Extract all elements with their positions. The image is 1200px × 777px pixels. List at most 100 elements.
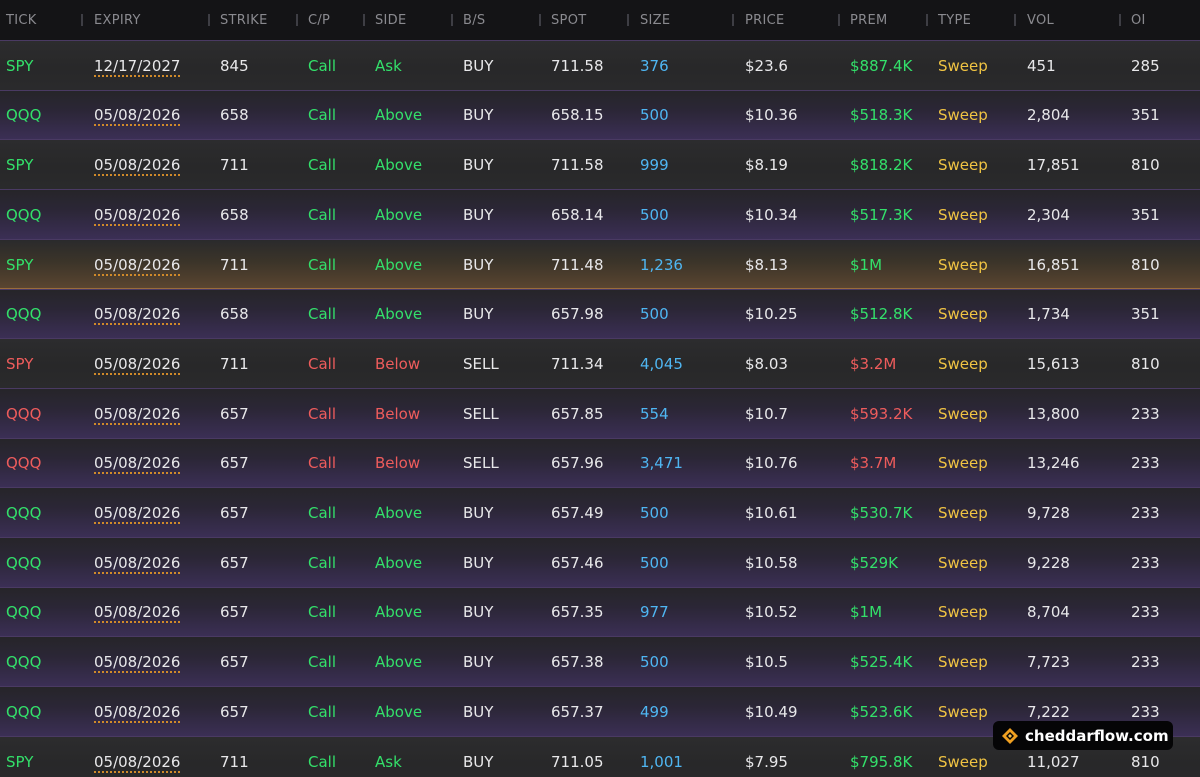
column-header-cp[interactable]: C/P xyxy=(308,0,330,40)
cell-price: $10.5 xyxy=(745,653,788,671)
cell-size: 500 xyxy=(640,206,669,224)
cell-expiry[interactable]: 05/08/2026 xyxy=(94,637,180,686)
column-header-spot[interactable]: SPOT xyxy=(551,0,586,40)
cell-oi: 233 xyxy=(1131,554,1160,572)
column-header-oi[interactable]: OI xyxy=(1131,0,1146,40)
table-row[interactable]: SPY 05/08/2026 711 Call Below SELL 711.34 4,045… xyxy=(0,338,1200,388)
cell-cp: Call xyxy=(308,305,337,323)
column-header-strike[interactable]: STRIKE xyxy=(220,0,268,40)
cell-spot: 658.14 xyxy=(551,206,604,224)
cell-expiry[interactable]: 05/08/2026 xyxy=(94,488,180,537)
cell-type: Sweep xyxy=(938,454,988,472)
cell-size: 977 xyxy=(640,603,669,621)
cell-expiry[interactable]: 05/08/2026 xyxy=(94,538,180,587)
cell-side: Ask xyxy=(375,753,402,771)
cell-oi: 351 xyxy=(1131,106,1160,124)
cell-oi: 351 xyxy=(1131,206,1160,224)
table-row[interactable]: QQQ 05/08/2026 658 Call Above BUY 658.14 500 $10… xyxy=(0,189,1200,239)
cell-prem: $818.2K xyxy=(850,156,913,174)
cell-size: 500 xyxy=(640,106,669,124)
cell-strike: 658 xyxy=(220,106,249,124)
column-header-price[interactable]: PRICE xyxy=(745,0,785,40)
cell-tick: QQQ xyxy=(6,703,42,721)
table-row[interactable]: QQQ 05/08/2026 657 Call Below SELL 657.96 3,471… xyxy=(0,438,1200,487)
column-header-bs[interactable]: B/S xyxy=(463,0,485,40)
cell-vol: 13,246 xyxy=(1027,454,1080,472)
cell-prem: $593.2K xyxy=(850,405,913,423)
column-header-vol[interactable]: VOL xyxy=(1027,0,1054,40)
cell-expiry[interactable]: 05/08/2026 xyxy=(94,339,180,388)
column-resize-handle[interactable] xyxy=(451,14,453,26)
cell-type: Sweep xyxy=(938,156,988,174)
cell-spot: 657.49 xyxy=(551,504,604,522)
column-resize-handle[interactable] xyxy=(838,14,840,26)
cell-side: Above xyxy=(375,256,423,274)
table-row[interactable]: SPY 12/17/2027 845 Call Ask BUY 711.58 376 $23.6… xyxy=(0,40,1200,90)
column-resize-handle[interactable] xyxy=(926,14,928,26)
cell-spot: 711.34 xyxy=(551,355,604,373)
column-header-side[interactable]: SIDE xyxy=(375,0,407,40)
cell-size: 1,236 xyxy=(640,256,683,274)
cell-expiry[interactable]: 05/08/2026 xyxy=(94,439,180,488)
cell-size: 554 xyxy=(640,405,669,423)
column-header-tick[interactable]: TICK xyxy=(6,0,37,40)
cell-bs: BUY xyxy=(463,554,494,572)
table-row[interactable]: SPY 05/08/2026 711 Call Above BUY 711.58 999 $8.… xyxy=(0,139,1200,189)
table-row[interactable]: QQQ 05/08/2026 657 Call Below SELL 657.85 554 $1… xyxy=(0,388,1200,438)
cell-price: $10.58 xyxy=(745,554,798,572)
cell-tick: SPY xyxy=(6,753,34,771)
table-row[interactable]: QQQ 05/08/2026 657 Call Above BUY 657.46 500 $10… xyxy=(0,537,1200,587)
cell-side: Above xyxy=(375,653,423,671)
column-resize-handle[interactable] xyxy=(1119,14,1121,26)
cell-bs: BUY xyxy=(463,206,494,224)
cell-type: Sweep xyxy=(938,405,988,423)
column-header-size[interactable]: SIZE xyxy=(640,0,670,40)
column-resize-handle[interactable] xyxy=(539,14,541,26)
table-row[interactable]: QQQ 05/08/2026 657 Call Above BUY 657.35 977 $10… xyxy=(0,587,1200,636)
cell-expiry[interactable]: 05/08/2026 xyxy=(94,389,180,438)
cell-strike: 711 xyxy=(220,256,249,274)
cell-oi: 810 xyxy=(1131,355,1160,373)
cell-expiry[interactable]: 05/08/2026 xyxy=(94,91,180,140)
table-row[interactable]: QQQ 05/08/2026 657 Call Above BUY 657.49 500 $10… xyxy=(0,487,1200,537)
table-row[interactable]: QQQ 05/08/2026 658 Call Above BUY 657.98 500 $10… xyxy=(0,289,1200,338)
cell-prem: $3.2M xyxy=(850,355,897,373)
cell-expiry[interactable]: 05/08/2026 xyxy=(94,588,180,637)
cell-tick: QQQ xyxy=(6,653,42,671)
column-header-expiry[interactable]: EXPIRY xyxy=(94,0,141,40)
column-resize-handle[interactable] xyxy=(81,14,83,26)
cell-type: Sweep xyxy=(938,106,988,124)
cell-expiry[interactable]: 05/08/2026 xyxy=(94,290,180,339)
cell-expiry[interactable]: 05/08/2026 xyxy=(94,190,180,239)
cell-side: Below xyxy=(375,454,421,472)
cell-cp: Call xyxy=(308,703,337,721)
cell-bs: BUY xyxy=(463,504,494,522)
table-row[interactable]: SPY 05/08/2026 711 Call Above BUY 711.48 1,236 $… xyxy=(0,239,1200,289)
cell-size: 999 xyxy=(640,156,669,174)
column-resize-handle[interactable] xyxy=(732,14,734,26)
column-resize-handle[interactable] xyxy=(208,14,210,26)
cell-expiry[interactable]: 05/08/2026 xyxy=(94,737,180,777)
cell-strike: 657 xyxy=(220,653,249,671)
column-resize-handle[interactable] xyxy=(363,14,365,26)
cell-prem: $1M xyxy=(850,256,883,274)
cell-spot: 657.37 xyxy=(551,703,604,721)
cell-expiry[interactable]: 12/17/2027 xyxy=(94,41,180,90)
cell-strike: 657 xyxy=(220,703,249,721)
cell-expiry[interactable]: 05/08/2026 xyxy=(94,240,180,289)
column-resize-handle[interactable] xyxy=(296,14,298,26)
column-resize-handle[interactable] xyxy=(1014,14,1016,26)
cell-strike: 711 xyxy=(220,355,249,373)
column-resize-handle[interactable] xyxy=(627,14,629,26)
table-row[interactable]: QQQ 05/08/2026 657 Call Above BUY 657.38 500 $10… xyxy=(0,636,1200,686)
cell-cp: Call xyxy=(308,355,337,373)
cell-expiry[interactable]: 05/08/2026 xyxy=(94,140,180,189)
cell-expiry[interactable]: 05/08/2026 xyxy=(94,687,180,736)
cell-price: $7.95 xyxy=(745,753,788,771)
table-row[interactable]: QQQ 05/08/2026 658 Call Above BUY 658.15 500 $10… xyxy=(0,90,1200,139)
column-header-type[interactable]: TYPE xyxy=(938,0,971,40)
cell-cp: Call xyxy=(308,405,337,423)
cell-oi: 233 xyxy=(1131,504,1160,522)
cell-vol: 2,304 xyxy=(1027,206,1070,224)
column-header-prem[interactable]: PREM xyxy=(850,0,888,40)
